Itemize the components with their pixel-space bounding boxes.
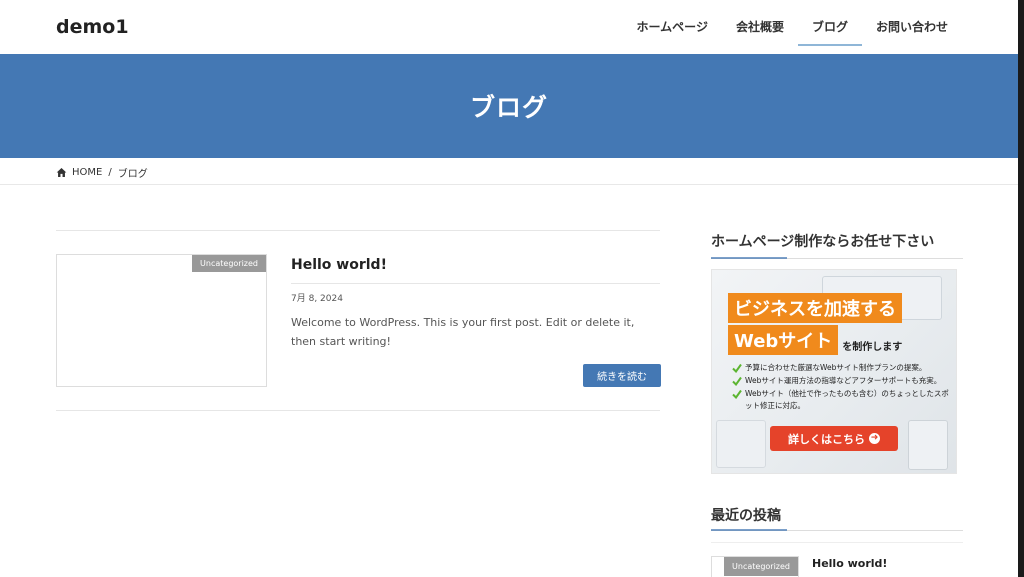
banner-point-list: 予算に合わせた厳選なWebサイト制作プランの提案。 Webサイト運用方法の指導な…: [732, 362, 952, 413]
breadcrumb: HOME / ブログ: [56, 164, 148, 180]
category-badge: Uncategorized: [192, 255, 266, 272]
banner-headline-suffix: を制作します: [842, 342, 903, 353]
nav-item-contact[interactable]: お問い合わせ: [862, 0, 962, 54]
post-date: 7月 8, 2024: [291, 294, 343, 304]
home-icon: [56, 167, 67, 177]
breadcrumb-divider: [0, 184, 1018, 185]
post-list-top-divider: [56, 230, 660, 231]
nav-item-company[interactable]: 会社概要: [722, 0, 798, 54]
banner-headline-1: ビジネスを加速する: [728, 293, 902, 323]
sidebar-title-underline: [711, 257, 963, 259]
breadcrumb-current: ブログ: [117, 168, 148, 180]
sidebar-title-underline: [711, 529, 963, 531]
recent-list-divider: [711, 542, 963, 543]
category-badge: Uncategorized: [724, 557, 798, 576]
banner-point-text: Webサイト（他社で作ったものも含む）のちょっとしたスポット修正に対応。: [745, 389, 949, 410]
banner-point-text: Webサイト運用方法の指導などアフターサポートも充実。: [745, 376, 942, 385]
page-title: ブログ: [469, 93, 548, 122]
banner-details-button[interactable]: 詳しくはこちら ➜: [770, 426, 898, 451]
site-title[interactable]: demo1: [56, 16, 129, 38]
breadcrumb-home-link[interactable]: HOME: [72, 167, 102, 178]
recent-post-title-link[interactable]: Hello world!: [812, 557, 887, 570]
banner-headline-2: Webサイト: [728, 325, 839, 355]
banner-button-label: 詳しくはこちら: [788, 432, 865, 446]
nav-item-home[interactable]: ホームページ: [623, 0, 722, 54]
post-title-divider: [291, 283, 660, 284]
breadcrumb-separator: /: [108, 166, 112, 178]
post-excerpt: Welcome to WordPress. This is your first…: [291, 316, 635, 348]
sidebar-widget-title-recent: 最近の投稿: [711, 508, 781, 524]
recent-post-thumbnail[interactable]: Uncategorized: [711, 556, 799, 577]
site-header: demo1 ホームページ 会社概要 ブログ お問い合わせ: [0, 0, 1018, 54]
nav-item-blog[interactable]: ブログ: [797, 0, 862, 54]
check-icon: [732, 389, 742, 399]
check-icon: [732, 376, 742, 386]
banner-point-text: 予算に合わせた厳選なWebサイト制作プランの提案。: [745, 363, 927, 372]
banner-point: Webサイト（他社で作ったものも含む）のちょっとしたスポット修正に対応。: [732, 388, 952, 412]
post-title-link[interactable]: Hello world!: [291, 257, 387, 273]
window-scrollbar[interactable]: [1018, 0, 1024, 577]
read-more-button[interactable]: 続きを読む: [583, 364, 661, 387]
banner-point: Webサイト運用方法の指導などアフターサポートも充実。: [732, 375, 952, 387]
post-thumbnail[interactable]: Uncategorized: [56, 254, 267, 387]
promo-banner[interactable]: ビジネスを加速する Webサイト を制作します 予算に合わせた厳選なWebサイト…: [711, 269, 957, 474]
post-list-bottom-divider: [56, 410, 660, 411]
check-icon: [732, 363, 742, 373]
arrow-circle-right-icon: ➜: [869, 433, 880, 444]
page-header-banner: ブログ: [0, 54, 1018, 158]
banner-headline-2-row: Webサイト を制作します: [728, 325, 902, 355]
page: demo1 ホームページ 会社概要 ブログ お問い合わせ ブログ HOME / …: [0, 0, 1018, 577]
global-nav: ホームページ 会社概要 ブログ お問い合わせ: [623, 0, 962, 54]
banner-point: 予算に合わせた厳選なWebサイト制作プランの提案。: [732, 362, 952, 374]
sidebar-widget-title-promo: ホームページ制作ならお任せ下さい: [711, 234, 935, 250]
